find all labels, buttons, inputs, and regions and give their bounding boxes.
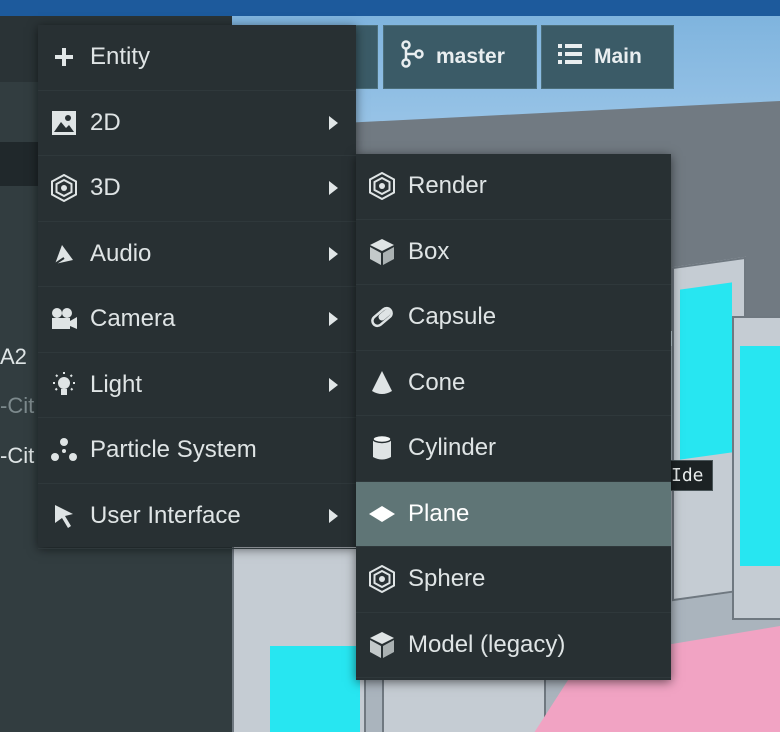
hierarchy-item[interactable]: A2 [0,344,27,370]
menu-item-audio[interactable]: Audio [38,222,356,287]
submenu-item-box[interactable]: Box [356,220,671,285]
menu-item-label: Light [90,370,143,398]
submenu-item-plane[interactable]: Plane [356,481,671,547]
submenu-arrow-icon [329,246,338,261]
cube-icon [368,631,396,659]
menu-item-label: Audio [90,239,152,267]
menu-item-label: 3D [90,174,121,202]
submenu-item-model-legacy[interactable]: Model (legacy) [356,613,671,678]
menu-item-entity[interactable]: Entity [38,25,356,91]
scene-window [270,646,360,732]
scene-label: Main [594,45,642,68]
plus-icon [50,43,78,71]
git-branch-icon [400,40,424,74]
speaker-icon [50,240,78,268]
hierarchy-item[interactable]: -Cit [0,443,34,469]
lightbulb-icon [50,371,78,399]
menu-item-label: Capsule [408,303,497,331]
hexagon-icon [368,565,396,594]
list-icon [558,43,582,71]
top-bar [0,0,780,16]
submenu-item-render[interactable]: Render [356,154,671,220]
scene-window [740,346,780,566]
submenu-3d: Render Box Capsule Cone Cylinder Plane S… [356,154,671,680]
menu-item-label: Plane [408,499,470,527]
capsule-icon [368,303,396,331]
menu-item-light[interactable]: Light [38,353,356,418]
menu-item-label: Camera [90,305,176,333]
plane-icon [368,500,396,528]
submenu-item-capsule[interactable]: Capsule [356,285,671,351]
menu-item-label: Particle System [90,436,257,464]
submenu-arrow-icon [329,115,338,130]
menu-item-label: User Interface [90,501,241,529]
scene-button[interactable]: Main [541,25,674,89]
scene-window [680,282,732,460]
cylinder-icon [368,434,396,462]
menu-item-label: Model (legacy) [408,630,566,658]
add-entity-menu: Entity 2D 3D Audio Camera Light Particle… [38,25,356,549]
menu-item-label: Box [408,237,450,265]
menu-item-particle-system[interactable]: Particle System [38,418,356,484]
cone-icon [368,369,396,397]
submenu-item-cylinder[interactable]: Cylinder [356,416,671,482]
menu-item-label: Cylinder [408,434,497,462]
hexagon-icon [50,174,78,203]
submenu-arrow-icon [329,312,338,327]
menu-item-camera[interactable]: Camera [38,287,356,353]
submenu-arrow-icon [329,508,338,523]
branch-button[interactable]: master [383,25,537,89]
branch-label: master [436,45,505,68]
submenu-arrow-icon [329,181,338,196]
menu-item-label: Sphere [408,565,486,593]
cursor-icon [50,502,78,530]
hierarchy-item[interactable]: -Cit [0,393,34,419]
submenu-arrow-icon [329,377,338,392]
menu-item-label: Cone [408,368,466,396]
cube-icon [368,238,396,266]
menu-item-2d[interactable]: 2D [38,91,356,156]
menu-item-label: Entity [90,43,151,71]
submenu-item-cone[interactable]: Cone [356,351,671,416]
menu-item-user-interface[interactable]: User Interface [38,484,356,549]
scene-building [382,676,546,732]
hexagon-icon [368,172,396,201]
image-icon [50,109,78,137]
submenu-item-sphere[interactable]: Sphere [356,547,671,613]
menu-item-label: Render [408,172,487,200]
camera-icon [50,305,78,333]
menu-item-3d[interactable]: 3D [38,156,356,222]
particles-icon [50,436,78,464]
menu-item-label: 2D [90,108,121,136]
